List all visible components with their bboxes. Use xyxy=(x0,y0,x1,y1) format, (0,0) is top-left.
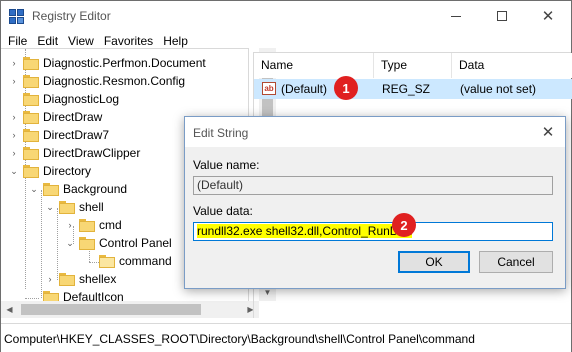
tree-item-label: Control Panel xyxy=(99,236,172,250)
list-item[interactable]: ab (Default) REG_SZ (value not set) xyxy=(254,79,572,99)
folder-icon xyxy=(59,200,75,214)
folder-icon xyxy=(43,182,59,196)
tree-item-label: Directory xyxy=(43,164,92,178)
tree-item-label: Diagnostic.Resmon.Config xyxy=(43,74,186,88)
tree-item-directdraw7[interactable]: › DirectDraw7 xyxy=(9,126,110,144)
tree-item-directdraw[interactable]: › DirectDraw xyxy=(9,108,103,126)
value-name-label: Value name: xyxy=(193,158,260,172)
chevron-down-icon[interactable]: ⌄ xyxy=(29,184,39,195)
close-button[interactable]: ✕ xyxy=(525,1,571,31)
chevron-right-icon[interactable]: › xyxy=(45,274,55,284)
value-type-cell: REG_SZ xyxy=(382,82,431,96)
value-name-field: (Default) xyxy=(193,176,553,195)
title-bar[interactable]: Registry Editor ✕ xyxy=(1,1,571,31)
minimize-icon xyxy=(451,15,461,17)
folder-icon xyxy=(23,110,39,124)
tree-connector xyxy=(41,190,42,298)
registry-editor-window: Registry Editor ✕ File Edit View Favorit… xyxy=(0,0,572,352)
key-path: Computer\HKEY_CLASSES_ROOT\Directory\Bac… xyxy=(4,332,475,346)
value-data-cell: (value not set) xyxy=(460,82,537,96)
chevron-right-icon[interactable]: › xyxy=(9,112,19,122)
tree-item-diagnostic-perfmon-document[interactable]: › Diagnostic.Perfmon.Document xyxy=(9,54,206,72)
tree-item-shell[interactable]: ⌄ shell xyxy=(45,198,104,216)
tree-item-label: DirectDrawClipper xyxy=(43,146,141,160)
status-bar: Computer\HKEY_CLASSES_ROOT\Directory\Bac… xyxy=(1,323,571,352)
ok-button[interactable]: OK xyxy=(398,251,470,273)
tree-item-label: Background xyxy=(63,182,128,196)
tree-item-label: shellex xyxy=(79,272,117,286)
tree-item-diagnostic-resmon-config[interactable]: › Diagnostic.Resmon.Config xyxy=(9,72,186,90)
annotation-marker-2: 2 xyxy=(392,213,416,237)
scroll-thumb[interactable] xyxy=(21,304,201,315)
string-value-icon: ab xyxy=(262,82,276,95)
cancel-button[interactable]: Cancel xyxy=(479,251,553,273)
folder-icon xyxy=(23,74,39,88)
registry-cubes-icon xyxy=(9,9,25,24)
dialog-title-bar[interactable]: Edit String ✕ xyxy=(185,117,565,147)
folder-icon xyxy=(23,92,39,106)
tree-item-directdrawclipper[interactable]: › DirectDrawClipper xyxy=(9,144,141,162)
dialog-title: Edit String xyxy=(193,126,249,140)
folder-icon xyxy=(23,146,39,160)
column-header-data[interactable]: Data xyxy=(452,53,572,78)
value-data-field[interactable]: rundll32.exe shell32.dll,Control_RunDLL xyxy=(193,222,553,241)
tree-horizontal-scrollbar[interactable]: ◀ ▶ xyxy=(1,301,259,318)
column-header-name[interactable]: Name xyxy=(254,53,374,78)
tree-item-diagnosticlog[interactable]: DiagnosticLog xyxy=(9,90,119,108)
tree-item-label: Diagnostic.Perfmon.Document xyxy=(43,56,206,70)
edit-string-dialog: Edit String ✕ Value name: (Default) Valu… xyxy=(184,116,566,289)
folder-icon xyxy=(23,128,39,142)
chevron-down-icon[interactable]: ⌄ xyxy=(45,202,55,213)
open-folder-icon xyxy=(99,254,115,268)
tree-item-label: command xyxy=(119,254,172,268)
tree-item-label: DirectDraw7 xyxy=(43,128,110,142)
chevron-down-icon[interactable]: ⌄ xyxy=(65,238,75,249)
maximize-icon xyxy=(497,11,507,21)
scroll-left-arrow-icon[interactable]: ◀ xyxy=(1,301,18,318)
tree-item-label: cmd xyxy=(99,218,122,232)
value-data-text: rundll32.exe shell32.dll,Control_RunDLL xyxy=(197,224,412,238)
folder-icon xyxy=(79,236,95,250)
tree-item-shellex[interactable]: › shellex xyxy=(45,270,117,288)
chevron-right-icon[interactable]: › xyxy=(9,148,19,158)
close-icon: ✕ xyxy=(541,124,555,141)
annotation-marker-1: 1 xyxy=(334,76,358,100)
close-icon: ✕ xyxy=(541,7,555,25)
value-name-cell: (Default) xyxy=(281,82,328,96)
folder-icon xyxy=(79,218,95,232)
folder-icon xyxy=(59,272,75,286)
minimize-button[interactable] xyxy=(433,1,479,31)
tree-item-label: shell xyxy=(79,200,104,214)
tree-item-background[interactable]: ⌄ Background xyxy=(29,180,127,198)
tree-item-label: DiagnosticLog xyxy=(43,92,120,106)
chevron-right-icon[interactable]: › xyxy=(65,220,75,230)
dialog-close-button[interactable]: ✕ xyxy=(537,121,559,143)
window-title: Registry Editor xyxy=(32,9,111,23)
folder-icon xyxy=(23,164,39,178)
column-header-type[interactable]: Type xyxy=(374,53,452,78)
chevron-down-icon[interactable]: ⌄ xyxy=(9,166,19,177)
chevron-right-icon[interactable]: › xyxy=(9,58,19,68)
tree-item-cmd[interactable]: › cmd xyxy=(65,216,122,234)
chevron-right-icon[interactable]: › xyxy=(9,76,19,86)
tree-item-control-panel[interactable]: ⌄ Control Panel xyxy=(65,234,172,252)
value-data-label: Value data: xyxy=(193,204,253,218)
tree-item-command[interactable]: command xyxy=(85,252,172,270)
chevron-right-icon[interactable]: › xyxy=(9,130,19,140)
folder-icon xyxy=(23,56,39,70)
maximize-button[interactable] xyxy=(479,1,525,31)
tree-item-directory[interactable]: ⌄ Directory xyxy=(9,162,91,180)
tree-item-label: DirectDraw xyxy=(43,110,103,124)
list-header: Name Type Data xyxy=(254,53,572,78)
